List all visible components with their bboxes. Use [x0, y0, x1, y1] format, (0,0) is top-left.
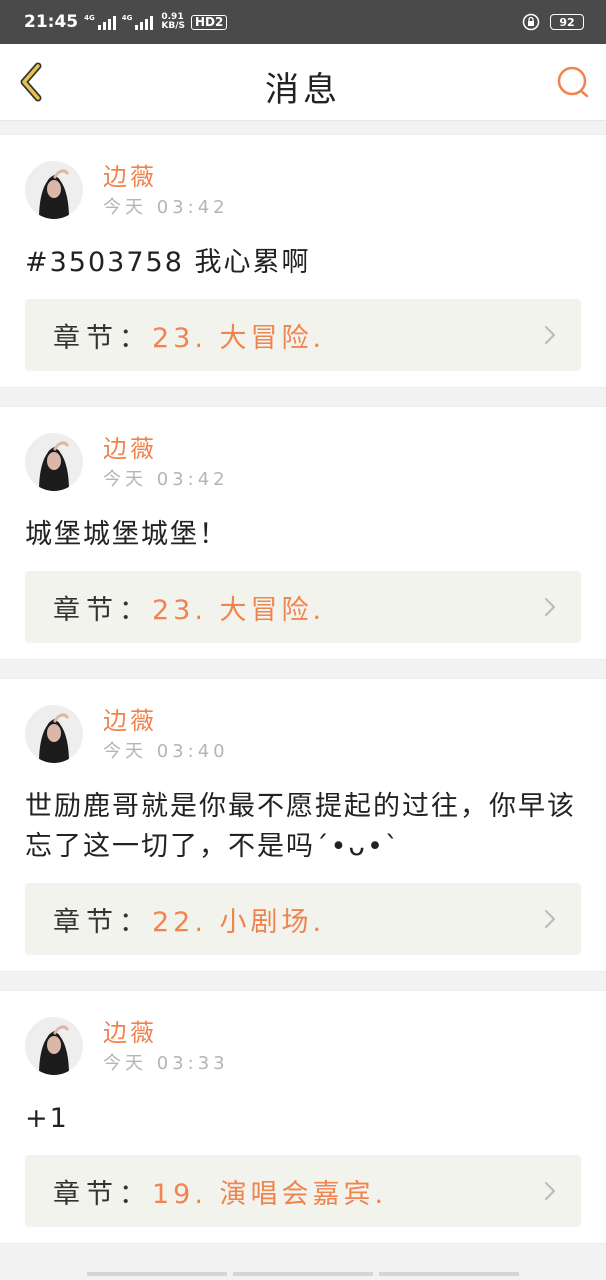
comment-header: 边薇 今天 03:42: [25, 433, 581, 493]
timestamp: 今天 03:40: [103, 741, 229, 762]
comment-text: +1: [25, 1103, 69, 1134]
chapter-link[interactable]: 章节： 23. 大冒险.: [25, 571, 581, 643]
comment-card: 边薇 今天 03:40 世励鹿哥就是你最不愿提起的过往，你早该忘了这一切了，不是…: [0, 678, 606, 972]
comment-card: 边薇 今天 03:42 #3503758 我心累啊 章节： 23. 大冒险.: [0, 134, 606, 388]
avatar[interactable]: [25, 161, 83, 219]
comment-text: 城堡城堡城堡！: [25, 519, 228, 550]
comment-meta: 边薇 今天 03:42: [103, 161, 229, 221]
comment-meta: 边薇 今天 03:40: [103, 705, 229, 765]
comment-meta: 边薇 今天 03:42: [103, 433, 229, 493]
status-bar-left: 21:45 4G 4G 0.91 KB/S HD2: [24, 12, 228, 32]
timestamp: 今天 03:42: [103, 469, 229, 490]
status-bar-right: 92: [522, 13, 584, 31]
chapter-link[interactable]: 章节： 23. 大冒险.: [25, 299, 581, 371]
chevron-right-icon: [544, 909, 556, 929]
chevron-right-icon: [544, 325, 556, 345]
timestamp: 今天 03:42: [103, 197, 229, 218]
comment-card: 边薇 今天 03:42 城堡城堡城堡！ 章节： 23. 大冒险.: [0, 406, 606, 660]
battery-icon: 92: [550, 14, 584, 30]
comment-meta: 边薇 今天 03:33: [103, 1017, 229, 1077]
network-type-2: 4G: [121, 14, 133, 22]
network-speed: 0.91 KB/S: [161, 13, 185, 31]
author-name[interactable]: 边薇: [103, 707, 229, 735]
comment-header: 边薇 今天 03:42: [25, 161, 581, 221]
chapter-link[interactable]: 章节： 19. 演唱会嘉宾.: [25, 1155, 581, 1227]
author-name[interactable]: 边薇: [103, 435, 229, 463]
status-bar: 21:45 4G 4G 0.91 KB/S HD2 92: [0, 0, 606, 44]
signal-icon: 4G: [122, 14, 154, 30]
comment-text: #3503758 我心累啊: [25, 247, 311, 278]
rotation-lock-icon: [522, 13, 540, 31]
chapter-label: 章节：: [53, 906, 152, 938]
page-title: 消息: [265, 70, 341, 110]
chapter-label: 章节：: [53, 1178, 152, 1210]
comment-header: 边薇 今天 03:40: [25, 705, 581, 765]
message-list: 边薇 今天 03:42 #3503758 我心累啊 章节： 23. 大冒险. 边…: [0, 134, 606, 1262]
bottom-tab-segment: [379, 1272, 519, 1276]
chapter-link[interactable]: 章节： 22. 小剧场.: [25, 883, 581, 955]
chapter-title: 19. 演唱会嘉宾.: [152, 1178, 388, 1210]
chapter-label: 章节：: [53, 322, 152, 354]
bottom-tab-segment: [233, 1272, 373, 1276]
comment-text: 世励鹿哥就是你最不愿提起的过往，你早该忘了这一切了，不是吗´•ᴗ•`: [25, 791, 576, 862]
chapter-title: 22. 小剧场.: [152, 906, 326, 938]
speed-unit: KB/S: [161, 21, 185, 31]
app-header: 消息: [0, 44, 606, 121]
chevron-right-icon: [544, 1181, 556, 1201]
chapter-label: 章节：: [53, 594, 152, 626]
hd-voice-badge: HD2: [190, 14, 228, 30]
comment-header: 边薇 今天 03:33: [25, 1017, 581, 1077]
search-icon[interactable]: [554, 63, 592, 101]
avatar[interactable]: [25, 1017, 83, 1075]
signal-icon: 4G: [84, 14, 116, 30]
chevron-right-icon: [544, 597, 556, 617]
avatar[interactable]: [25, 705, 83, 763]
avatar[interactable]: [25, 433, 83, 491]
author-name[interactable]: 边薇: [103, 1019, 229, 1047]
comment-card: 边薇 今天 03:33 +1 章节： 19. 演唱会嘉宾.: [0, 990, 606, 1244]
author-name[interactable]: 边薇: [103, 163, 229, 191]
timestamp: 今天 03:33: [103, 1053, 229, 1074]
bottom-edge-tabs: [0, 1272, 606, 1280]
chapter-title: 23. 大冒险.: [152, 594, 326, 626]
clock: 21:45: [24, 12, 79, 32]
chapter-title: 23. 大冒险.: [152, 322, 326, 354]
network-type-1: 4G: [84, 14, 95, 22]
bottom-tab-segment: [87, 1272, 227, 1276]
